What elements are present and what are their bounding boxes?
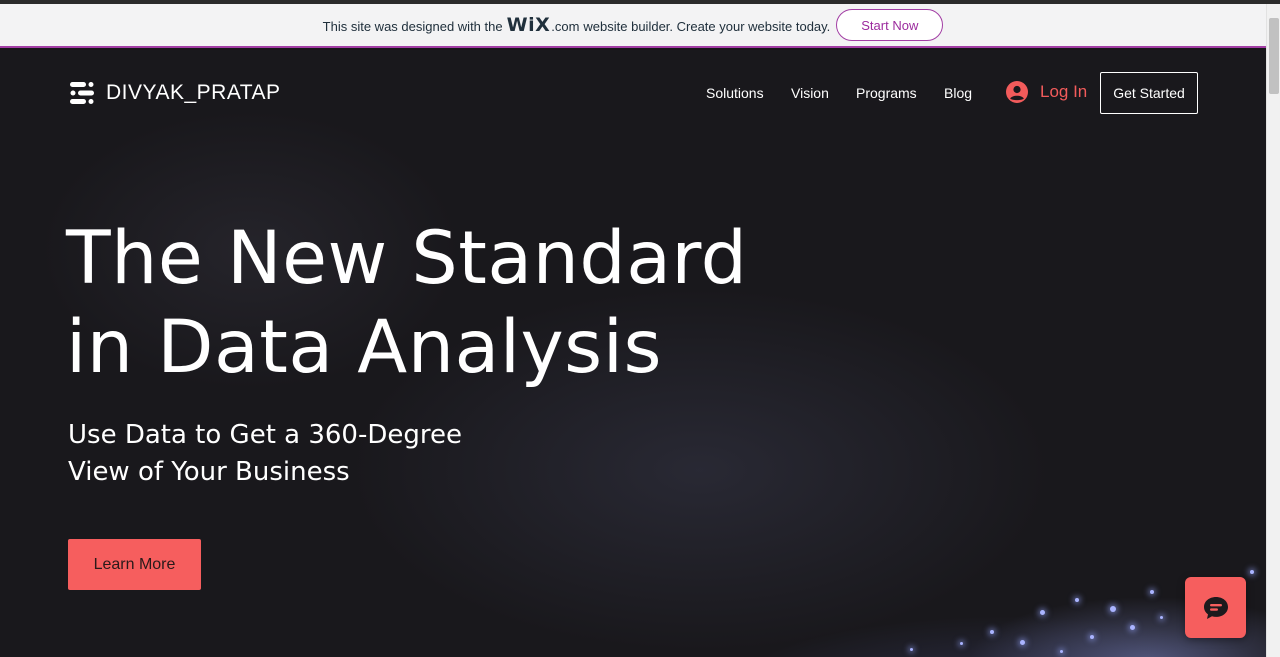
particle-decoration xyxy=(1160,616,1163,619)
wix-logo-dotcom: .com xyxy=(551,19,580,34)
login-label: Log In xyxy=(1040,82,1088,101)
wix-banner-text-after: website builder. Create your website tod… xyxy=(583,19,831,34)
brand-logo[interactable]: DIVYAK_PRATAP xyxy=(68,79,281,107)
hero-section: DIVYAK_PRATAP Solutions Vision Programs … xyxy=(0,50,1266,657)
stacked-bars-logo-icon xyxy=(70,82,94,104)
page-scrollbar[interactable] xyxy=(1266,4,1280,657)
particle-decoration xyxy=(1060,650,1063,653)
brand-name: DIVYAK_PRATAP xyxy=(106,81,281,104)
wix-banner-text-before: This site was designed with the xyxy=(322,19,503,34)
hero-title: The New Standard in Data Analysis xyxy=(66,214,826,392)
particle-decoration xyxy=(1250,570,1254,574)
start-now-button[interactable]: Start Now xyxy=(836,9,944,41)
hero-subtitle-line2: View of Your Business xyxy=(68,457,350,487)
nav-vision[interactable]: Vision xyxy=(791,85,829,101)
hero-subtitle-line1: Use Data to Get a 360-Degree xyxy=(68,420,462,450)
particle-decoration xyxy=(1075,598,1079,602)
particle-decoration xyxy=(1090,635,1094,639)
particle-decoration xyxy=(960,642,963,645)
wix-promo-banner: This site was designed with the WiX .com… xyxy=(0,4,1266,48)
particle-decoration xyxy=(1020,640,1025,645)
particle-decoration xyxy=(1040,610,1045,615)
hero-title-line1: The New Standard xyxy=(66,216,748,301)
wix-logo: WiX xyxy=(506,14,551,36)
nav-solutions[interactable]: Solutions xyxy=(706,85,764,101)
wix-banner-text: This site was designed with the WiX .com… xyxy=(323,14,831,36)
chat-bubble-icon xyxy=(1203,596,1228,619)
nav-blog[interactable]: Blog xyxy=(944,85,972,101)
particle-decoration xyxy=(1150,590,1154,594)
particle-decoration xyxy=(1110,606,1116,612)
nav-programs[interactable]: Programs xyxy=(856,85,917,101)
user-avatar-icon xyxy=(1006,81,1028,103)
scrollbar-thumb[interactable] xyxy=(1269,18,1279,94)
hero-subtitle: Use Data to Get a 360-Degree View of You… xyxy=(68,417,548,491)
particle-decoration xyxy=(990,630,994,634)
particle-decoration xyxy=(1130,625,1135,630)
login-button[interactable]: Log In xyxy=(1006,81,1087,103)
learn-more-button[interactable]: Learn More xyxy=(68,539,201,590)
particle-decoration xyxy=(910,648,913,651)
chat-button[interactable] xyxy=(1185,577,1246,638)
hero-title-line2: in Data Analysis xyxy=(66,305,663,390)
get-started-button[interactable]: Get Started xyxy=(1100,72,1198,114)
